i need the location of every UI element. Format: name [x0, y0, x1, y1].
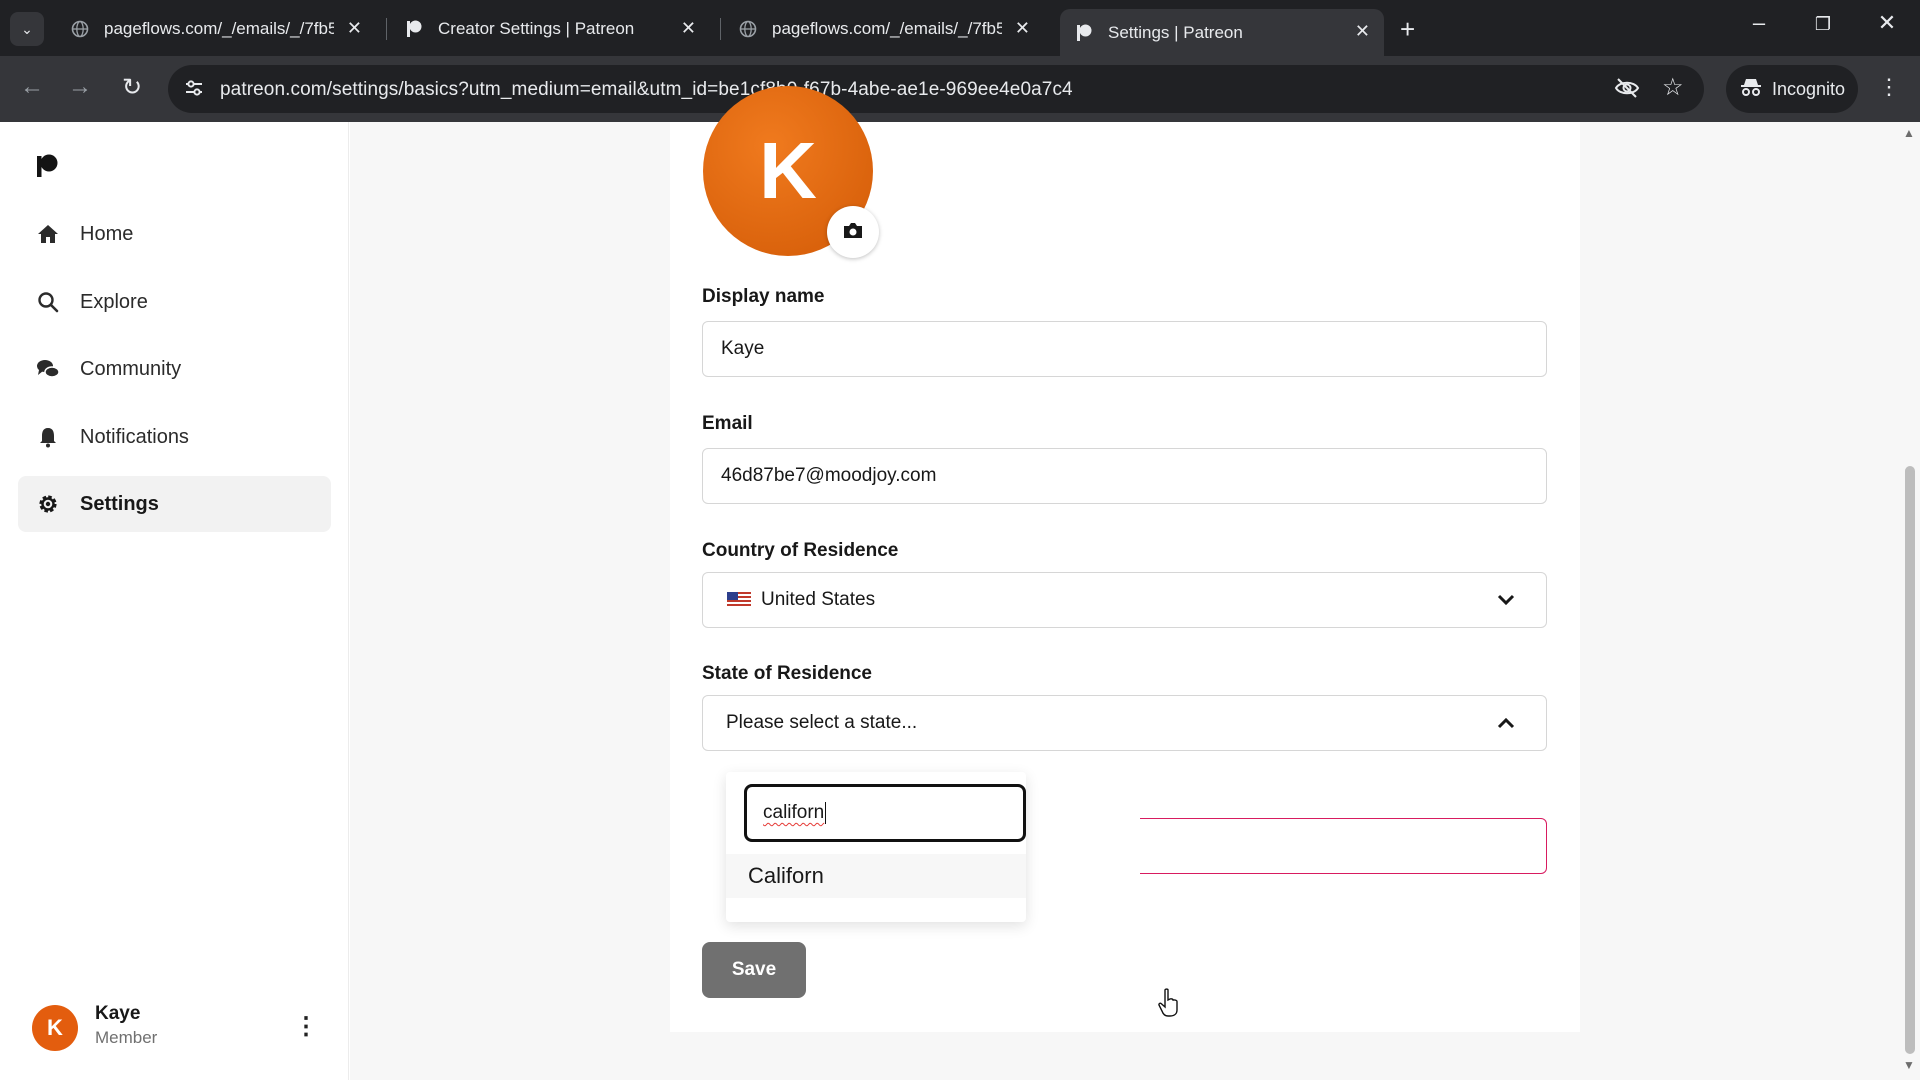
reload-icon[interactable]: ↻ [116, 73, 148, 102]
state-dropdown: californ Californ [726, 772, 1026, 922]
bookmark-star-icon[interactable]: ☆ [1662, 73, 1684, 102]
error-input-field[interactable] [1140, 818, 1547, 874]
browser-tab-bar: ⌄ pageflows.com/_/emails/_/7fb5 ✕ Creato… [0, 0, 1920, 56]
hand-cursor-icon [1158, 988, 1180, 1023]
browser-tab-active[interactable]: Settings | Patreon ✕ [1060, 9, 1384, 56]
main-content: K Display name Kaye Email 46d87be7@moodj… [350, 86, 1900, 1080]
sidebar-item-notifications[interactable]: Notifications [18, 409, 331, 465]
user-role: Member [95, 1028, 158, 1047]
browser-toolbar: ← → ↻ patreon.com/settings/basics?utm_me… [0, 56, 1920, 122]
country-value: United States [761, 589, 876, 610]
site-info-icon[interactable] [182, 77, 206, 101]
browser-tab[interactable]: pageflows.com/_/emails/_/7fb5 ✕ [724, 9, 1044, 49]
globe-icon [738, 19, 758, 39]
state-select[interactable]: Please select a state... [702, 695, 1547, 751]
state-label: State of Residence [702, 663, 872, 684]
sidebar-item-explore[interactable]: Explore [18, 274, 331, 330]
email-label: Email [702, 413, 753, 434]
more-vertical-icon[interactable]: ⋮ [294, 1012, 318, 1041]
close-icon[interactable]: ✕ [1355, 21, 1370, 42]
scroll-down-icon[interactable]: ▼ [1903, 1058, 1915, 1072]
minimize-icon[interactable]: – [1739, 10, 1779, 36]
back-icon[interactable]: ← [16, 73, 48, 101]
tab-title: Creator Settings | Patreon [438, 19, 635, 38]
sidebar-item-label: Home [80, 222, 134, 245]
sidebar: Home Explore Community Notifications Set… [0, 122, 349, 1080]
state-option[interactable]: Californ [726, 854, 1026, 898]
globe-icon [70, 19, 90, 39]
patreon-logo-icon[interactable] [36, 154, 58, 178]
state-placeholder: Please select a state... [726, 712, 918, 733]
tab-title: pageflows.com/_/emails/_/7fb5 [104, 19, 334, 38]
sidebar-item-home[interactable]: Home [18, 206, 331, 262]
country-label: Country of Residence [702, 540, 899, 561]
state-search-value: californ [763, 802, 825, 823]
bell-icon [36, 425, 60, 449]
address-bar[interactable]: patreon.com/settings/basics?utm_medium=e… [168, 65, 1704, 113]
incognito-icon [1740, 77, 1762, 102]
forward-icon[interactable]: → [64, 73, 96, 101]
home-icon [36, 222, 60, 246]
tab-title: pageflows.com/_/emails/_/7fb5 [772, 19, 1002, 38]
browser-menu-icon[interactable]: ⋮ [1878, 74, 1900, 100]
scroll-up-icon[interactable]: ▲ [1903, 126, 1915, 140]
sidebar-item-label: Notifications [80, 425, 189, 448]
tab-separator [720, 18, 721, 40]
close-icon[interactable]: ✕ [347, 18, 362, 39]
sidebar-item-label: Explore [80, 290, 148, 313]
sidebar-item-label: Community [80, 357, 182, 380]
new-tab-icon[interactable]: + [1400, 14, 1415, 45]
sidebar-item-label: Settings [80, 492, 159, 515]
avatar: K [32, 1005, 78, 1051]
chat-bubbles-icon [36, 357, 60, 381]
close-icon[interactable]: ✕ [1015, 18, 1030, 39]
user-profile-menu[interactable]: K Kaye Member ⋮ [32, 1000, 322, 1060]
sidebar-item-settings[interactable]: Settings [18, 476, 331, 532]
state-option-label: Californ [748, 863, 824, 888]
tab-title: Settings | Patreon [1108, 22, 1243, 42]
tab-search-button[interactable]: ⌄ [10, 12, 44, 46]
email-value: 46d87be7@moodjoy.com [721, 465, 937, 486]
scrollbar-thumb[interactable] [1905, 466, 1915, 1054]
change-photo-button[interactable] [827, 206, 879, 258]
text-caret [825, 802, 827, 824]
browser-tab[interactable]: pageflows.com/_/emails/_/7fb5 ✕ [56, 9, 376, 49]
chevron-up-icon [1496, 714, 1516, 736]
patreon-icon [1074, 23, 1094, 43]
url-text: patreon.com/settings/basics?utm_medium=e… [220, 79, 1073, 100]
state-search-input[interactable]: californ [744, 784, 1026, 842]
settings-card: K Display name Kaye Email 46d87be7@moodj… [670, 86, 1580, 1032]
user-name: Kaye [95, 1003, 141, 1024]
us-flag-icon [727, 592, 751, 608]
incognito-label: Incognito [1772, 78, 1846, 99]
display-name-field[interactable]: Kaye [702, 321, 1547, 377]
display-name-label: Display name [702, 286, 825, 307]
gear-icon [36, 492, 60, 516]
incognito-indicator[interactable]: Incognito [1726, 65, 1858, 113]
camera-icon [842, 221, 864, 244]
window-close-icon[interactable]: ✕ [1867, 10, 1907, 36]
restore-icon[interactable]: ❐ [1803, 14, 1843, 35]
browser-tab[interactable]: Creator Settings | Patreon ✕ [390, 9, 710, 49]
sidebar-item-community[interactable]: Community [18, 341, 331, 397]
search-icon [36, 290, 60, 314]
chevron-down-icon [1496, 591, 1516, 613]
country-select[interactable]: United States [702, 572, 1547, 628]
display-name-value: Kaye [721, 338, 765, 359]
patreon-icon [404, 19, 424, 39]
save-button[interactable]: Save [702, 942, 806, 998]
close-icon[interactable]: ✕ [681, 18, 696, 39]
email-field[interactable]: 46d87be7@moodjoy.com [702, 448, 1547, 504]
eye-off-icon[interactable] [1614, 77, 1640, 105]
tab-separator [386, 18, 387, 40]
